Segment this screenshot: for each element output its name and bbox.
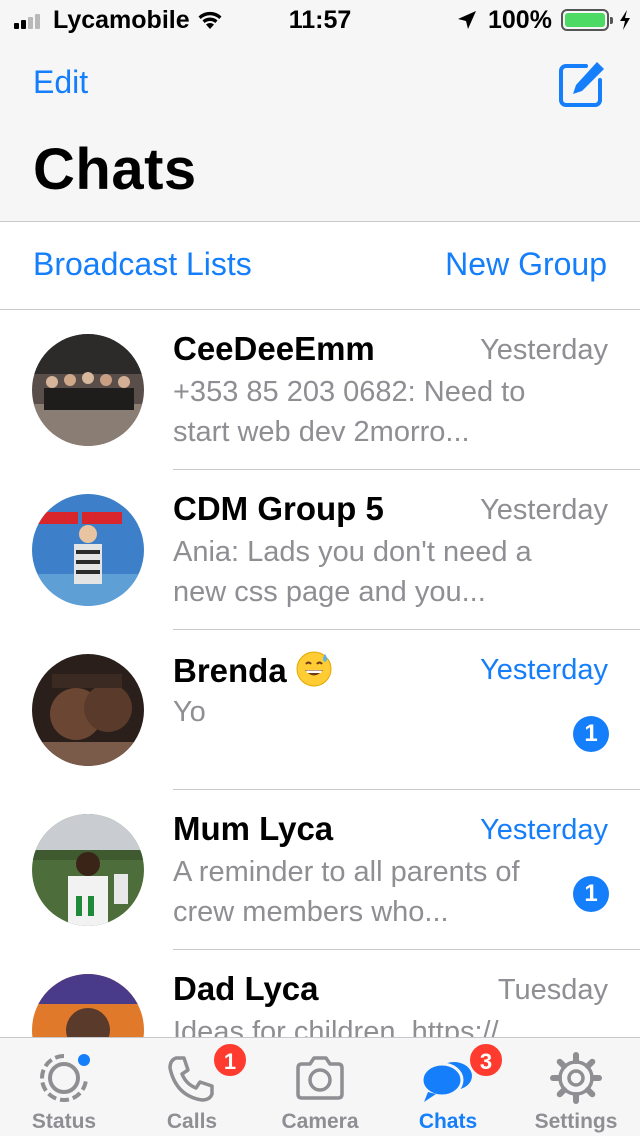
- chat-row-dad-lyca[interactable]: Dad Lyca Tuesday Ideas for children. htt…: [0, 950, 640, 1037]
- calls-badge: 1: [212, 1042, 248, 1078]
- tab-camera[interactable]: Camera: [256, 1038, 384, 1136]
- tab-status[interactable]: Status: [0, 1038, 128, 1136]
- chat-time: Yesterday: [480, 814, 608, 846]
- tab-chats[interactable]: 3 Chats: [384, 1038, 512, 1136]
- chat-time: Tuesday: [497, 974, 608, 1006]
- charging-bolt-icon: [620, 10, 630, 30]
- tab-label: Calls: [166, 1110, 218, 1133]
- battery-nub: [610, 17, 613, 24]
- chat-name: Dad Lyca: [173, 970, 319, 1007]
- page-title: Chats: [33, 137, 197, 202]
- tab-bar: Status 1 Calls Camera 3 Chats Settings: [0, 1037, 640, 1136]
- chat-name: CDM Group 5: [173, 490, 384, 527]
- avatar: [32, 974, 144, 1037]
- tab-settings[interactable]: Settings: [512, 1038, 640, 1136]
- avatar: [32, 334, 144, 446]
- compose-icon[interactable]: [556, 58, 608, 110]
- edit-button[interactable]: Edit: [33, 64, 88, 101]
- tab-label: Chats: [418, 1110, 478, 1133]
- chat-preview: Ideas for children. https://: [173, 1016, 499, 1037]
- tab-label: Settings: [534, 1110, 618, 1133]
- unread-count-badge: 1: [573, 876, 609, 912]
- chats-header: Edit Chats: [0, 40, 640, 222]
- chat-time: Yesterday: [480, 654, 608, 686]
- chat-time: Yesterday: [480, 494, 608, 526]
- broadcast-lists-link[interactable]: Broadcast Lists: [33, 246, 252, 283]
- chat-preview: Yo: [173, 696, 206, 728]
- avatar: [32, 654, 144, 766]
- new-group-link[interactable]: New Group: [445, 246, 607, 283]
- chats-badge: 3: [468, 1042, 504, 1078]
- grinning-sweat-emoji: [296, 651, 332, 687]
- battery-icon: [561, 9, 613, 31]
- chat-name: Brenda: [173, 650, 333, 690]
- status-icon: [40, 1054, 90, 1102]
- camera-icon: [296, 1056, 344, 1100]
- chat-preview: A reminder to all parents of crew member…: [173, 856, 520, 928]
- chat-list[interactable]: CeeDeeEmm Yesterday +353 85 203 0682: Ne…: [0, 310, 640, 1037]
- chat-preview: +353 85 203 0682: Need to start web dev …: [173, 376, 526, 448]
- chat-row-brenda[interactable]: Brenda Yesterday Yo 1: [0, 630, 640, 790]
- chat-row-cdm-group-5[interactable]: CDM Group 5 Yesterday Ania: Lads you don…: [0, 470, 640, 630]
- tab-label: Camera: [281, 1110, 359, 1133]
- chat-row-ceedeeemm[interactable]: CeeDeeEmm Yesterday +353 85 203 0682: Ne…: [0, 310, 640, 470]
- chat-name: Mum Lyca: [173, 810, 334, 847]
- battery-percent: 100%: [488, 6, 552, 34]
- gear-icon: [550, 1052, 602, 1104]
- avatar: [32, 814, 144, 926]
- chat-name-text: Brenda: [173, 652, 287, 689]
- chat-row-mum-lyca[interactable]: Mum Lyca Yesterday A reminder to all par…: [0, 790, 640, 950]
- chat-name: CeeDeeEmm: [173, 330, 375, 367]
- chat-preview: Ania: Lads you don't need a new css page…: [173, 536, 532, 608]
- list-actions-row: Broadcast Lists New Group: [0, 222, 640, 310]
- unread-count-badge: 1: [573, 716, 609, 752]
- tab-label: Status: [31, 1110, 97, 1133]
- tab-calls[interactable]: 1 Calls: [128, 1038, 256, 1136]
- battery-fill: [565, 13, 605, 27]
- chat-time: Yesterday: [480, 334, 608, 366]
- location-arrow-icon: [458, 11, 476, 29]
- avatar: [32, 494, 144, 606]
- status-bar: Lycamobile 11:57 100%: [0, 0, 640, 40]
